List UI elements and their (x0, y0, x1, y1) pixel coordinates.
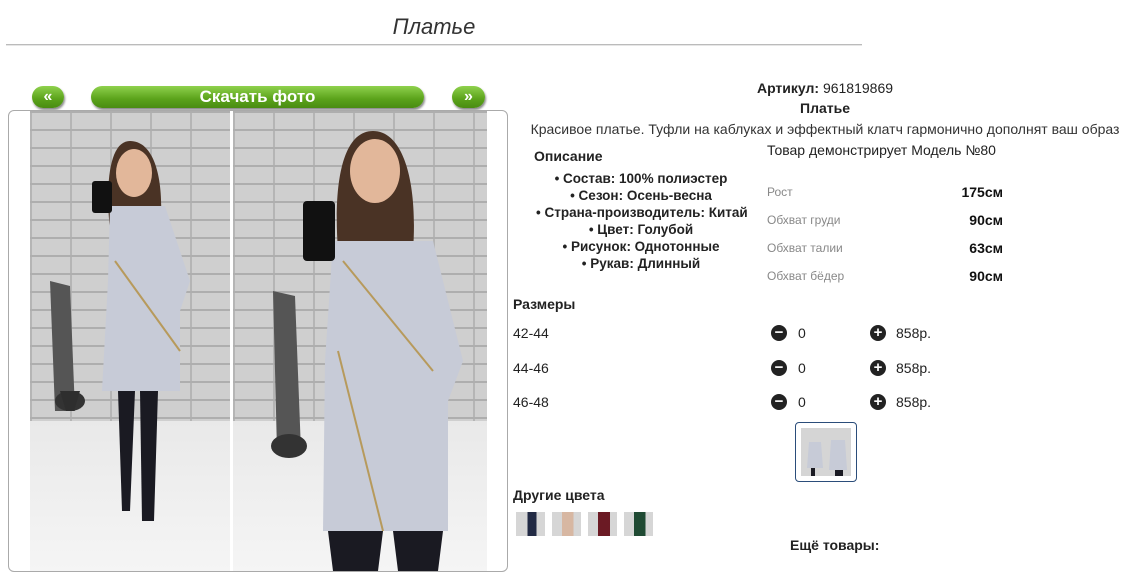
increase-icon[interactable]: + (870, 394, 886, 410)
sku-label: Артикул: (756, 80, 820, 96)
measurement-row: Обхват бёдер 90см (767, 268, 1003, 284)
size-label: 46-48 (513, 394, 549, 410)
size-row: 44-46 − 0 + 858р. (513, 359, 953, 379)
color-variant-thumbnail[interactable] (516, 512, 545, 536)
measurement-label: Рост (767, 185, 793, 199)
color-variant-thumbnail[interactable] (624, 512, 653, 536)
measurement-value: 175см (961, 184, 1003, 200)
size-row: 46-48 − 0 + 858р. (513, 393, 953, 413)
download-photo-button[interactable]: Скачать фото (91, 86, 424, 108)
decrease-icon[interactable]: − (771, 325, 787, 341)
measurement-label: Обхват бёдер (767, 269, 845, 283)
specs-list: • Состав: 100% полиэстер • Сезон: Осень-… (536, 170, 748, 272)
decrease-icon[interactable]: − (771, 360, 787, 376)
measurement-label: Обхват груди (767, 213, 841, 227)
increase-icon[interactable]: + (870, 325, 886, 341)
measurement-row: Рост 175см (767, 184, 1003, 200)
sku-value: 961819869 (822, 80, 894, 96)
increase-icon[interactable]: + (870, 360, 886, 376)
size-row: 42-44 − 0 + 858р. (513, 324, 953, 344)
spec-item: • Рукав: Длинный (581, 256, 701, 271)
measurement-label: Обхват талии (767, 241, 843, 255)
product-description: Красивое платье. Туфли на каблуках и эфф… (530, 121, 1120, 137)
measurement-row: Обхват груди 90см (767, 212, 1003, 228)
decrease-icon[interactable]: − (771, 394, 787, 410)
spec-item: • Рисунок: Однотонные (562, 239, 720, 254)
next-photo-button[interactable]: » (452, 86, 485, 108)
size-quantity: 0 (798, 325, 806, 341)
size-label: 42-44 (513, 325, 549, 341)
spec-item: • Состав: 100% полиэстер (554, 171, 728, 186)
photo-gallery (8, 110, 508, 572)
size-label: 44-46 (513, 360, 549, 376)
measurement-value: 90см (969, 212, 1003, 228)
more-products-heading: Ещё товары: (790, 537, 880, 553)
measurement-value: 90см (969, 268, 1003, 284)
product-photo-1[interactable] (30, 111, 230, 571)
product-sku: Артикул: 961819869 (520, 80, 1130, 96)
title-divider (6, 44, 862, 46)
size-price: 858р. (896, 325, 932, 341)
specs-heading: Описание (534, 148, 603, 164)
prev-photo-button[interactable]: « (32, 86, 64, 108)
spec-item: • Сезон: Осень-весна (570, 188, 712, 203)
size-price: 858р. (896, 360, 932, 376)
product-photo-2[interactable] (233, 111, 487, 571)
measurement-value: 63см (969, 240, 1003, 256)
size-quantity: 0 (798, 360, 806, 376)
spec-item: • Страна-производитель: Китай (536, 205, 748, 220)
page-title: Платье (392, 14, 476, 39)
color-variant-thumbnail[interactable] (588, 512, 617, 536)
size-price: 858р. (896, 394, 932, 410)
product-name: Платье (800, 100, 850, 116)
size-quantity: 0 (798, 394, 806, 410)
selected-photo-thumbnail[interactable] (795, 422, 857, 482)
measurement-row: Обхват талии 63см (767, 240, 1003, 256)
model-heading: Товар демонстрирует Модель №80 (767, 142, 996, 158)
color-variant-thumbnail[interactable] (552, 512, 581, 536)
other-colors-heading: Другие цвета (513, 487, 605, 503)
spec-item: • Цвет: Голубой (588, 222, 694, 237)
sizes-heading: Размеры (513, 296, 576, 312)
